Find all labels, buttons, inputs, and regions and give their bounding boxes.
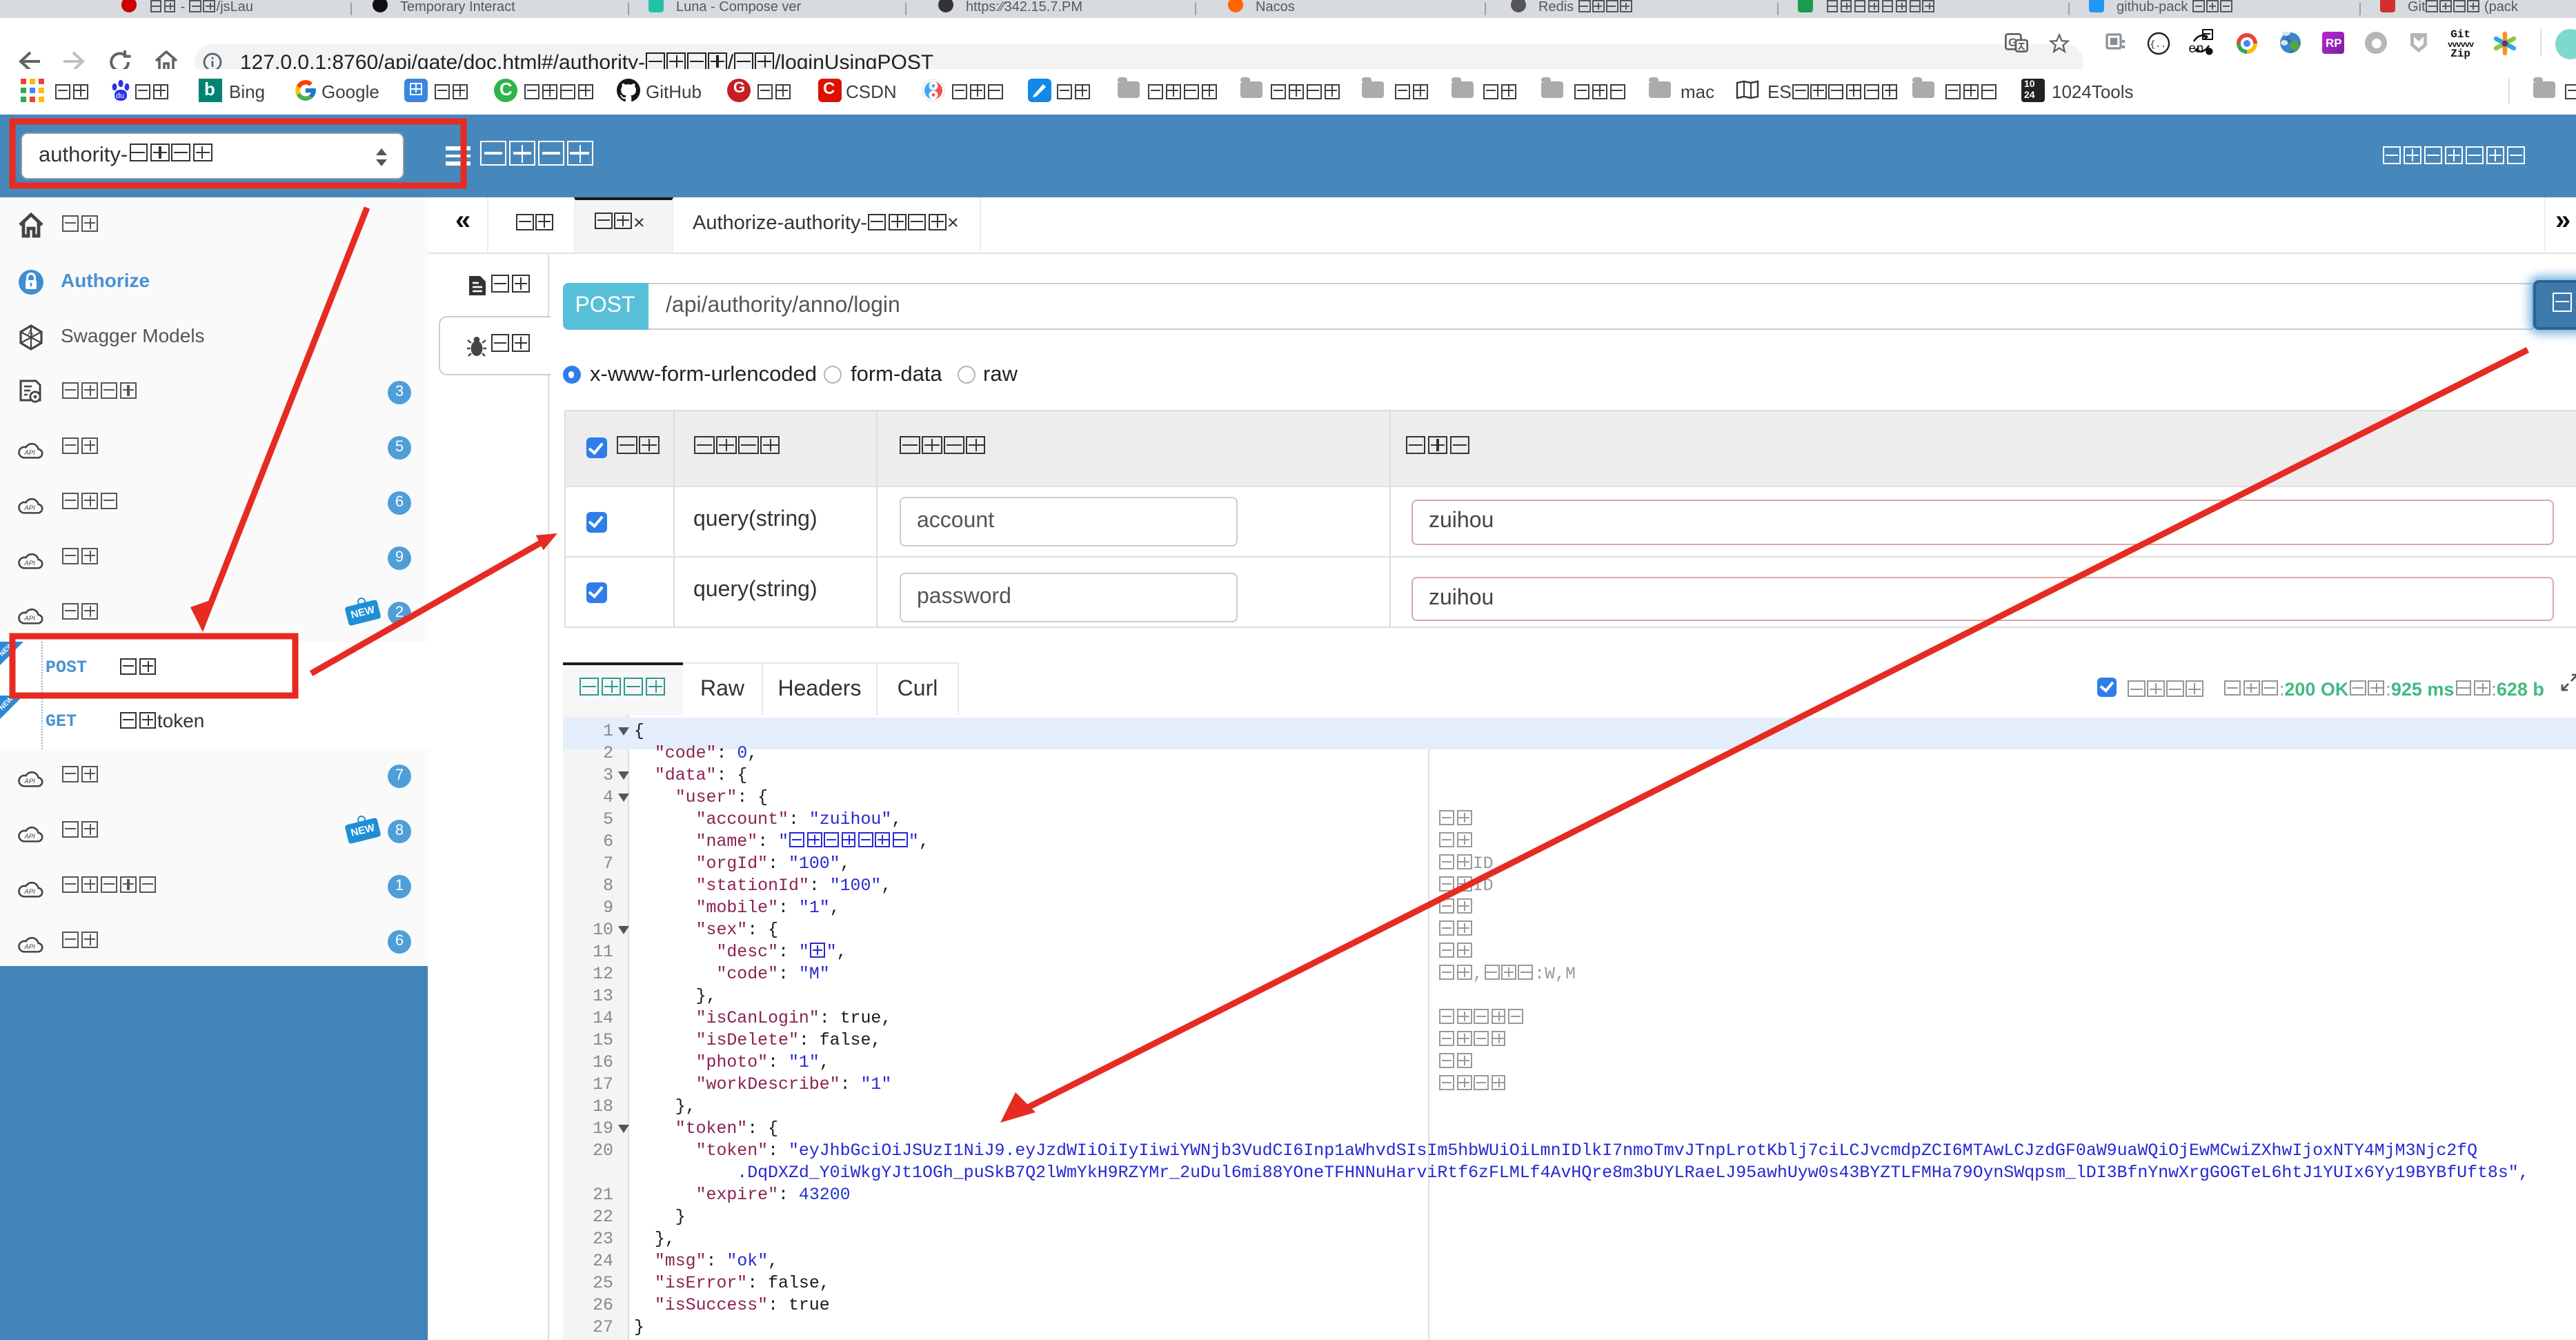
svg-text:A: A	[28, 328, 33, 337]
svg-text:API: API	[24, 560, 36, 567]
svg-text:API: API	[24, 449, 36, 457]
svg-text:API: API	[24, 888, 36, 896]
svg-text:API: API	[24, 504, 36, 512]
svg-text:API: API	[24, 943, 36, 951]
svg-text:{...}: {...}	[2150, 39, 2170, 50]
svg-text:API: API	[24, 778, 36, 785]
svg-text:API: API	[24, 833, 36, 840]
svg-text:du: du	[116, 92, 124, 100]
svg-text:API: API	[24, 615, 36, 622]
